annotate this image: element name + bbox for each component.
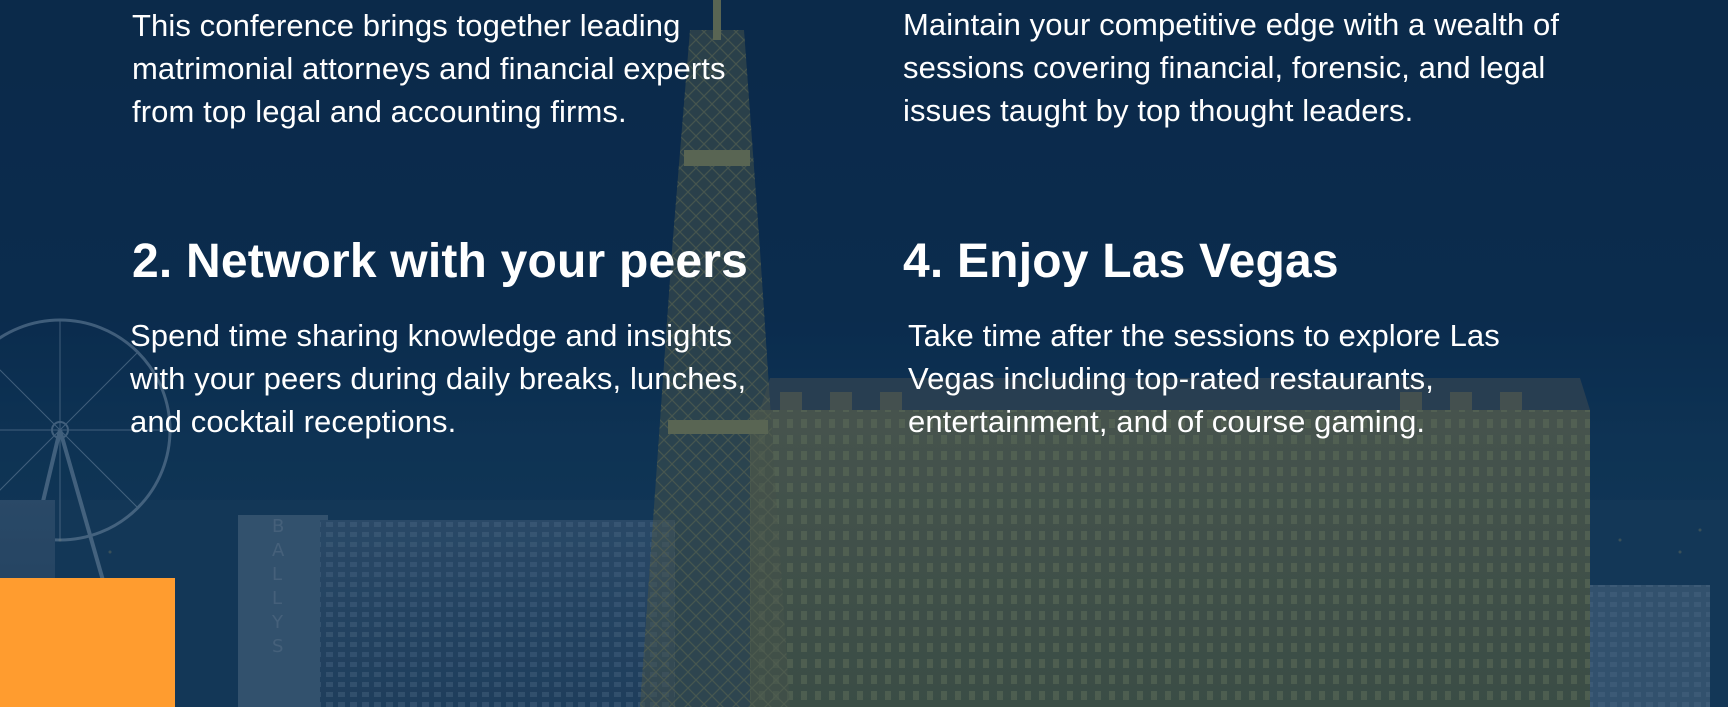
- benefit-3-description: Maintain your competitive edge with a we…: [903, 3, 1603, 132]
- benefit-1-description: This conference brings together leading …: [132, 4, 792, 133]
- benefit-4-text: Take time after the sessions to explore …: [908, 318, 1500, 439]
- hero-section: B A L L Y S This conference brings toget…: [0, 0, 1728, 707]
- orange-accent-block: [0, 578, 175, 707]
- benefit-2-heading-block: 2. Network with your peers: [132, 234, 832, 290]
- benefit-1-text: This conference brings together leading …: [132, 8, 726, 129]
- benefit-2-description: Spend time sharing knowledge and insight…: [130, 314, 790, 443]
- benefit-4-heading: 4. Enjoy Las Vegas: [903, 235, 1339, 288]
- benefit-2-heading: 2. Network with your peers: [132, 235, 749, 288]
- benefit-2-text: Spend time sharing knowledge and insight…: [130, 318, 747, 439]
- benefit-4-description: Take time after the sessions to explore …: [908, 314, 1568, 443]
- benefit-3-text: Maintain your competitive edge with a we…: [903, 7, 1560, 128]
- benefit-4-heading-block: 4. Enjoy Las Vegas: [903, 234, 1603, 290]
